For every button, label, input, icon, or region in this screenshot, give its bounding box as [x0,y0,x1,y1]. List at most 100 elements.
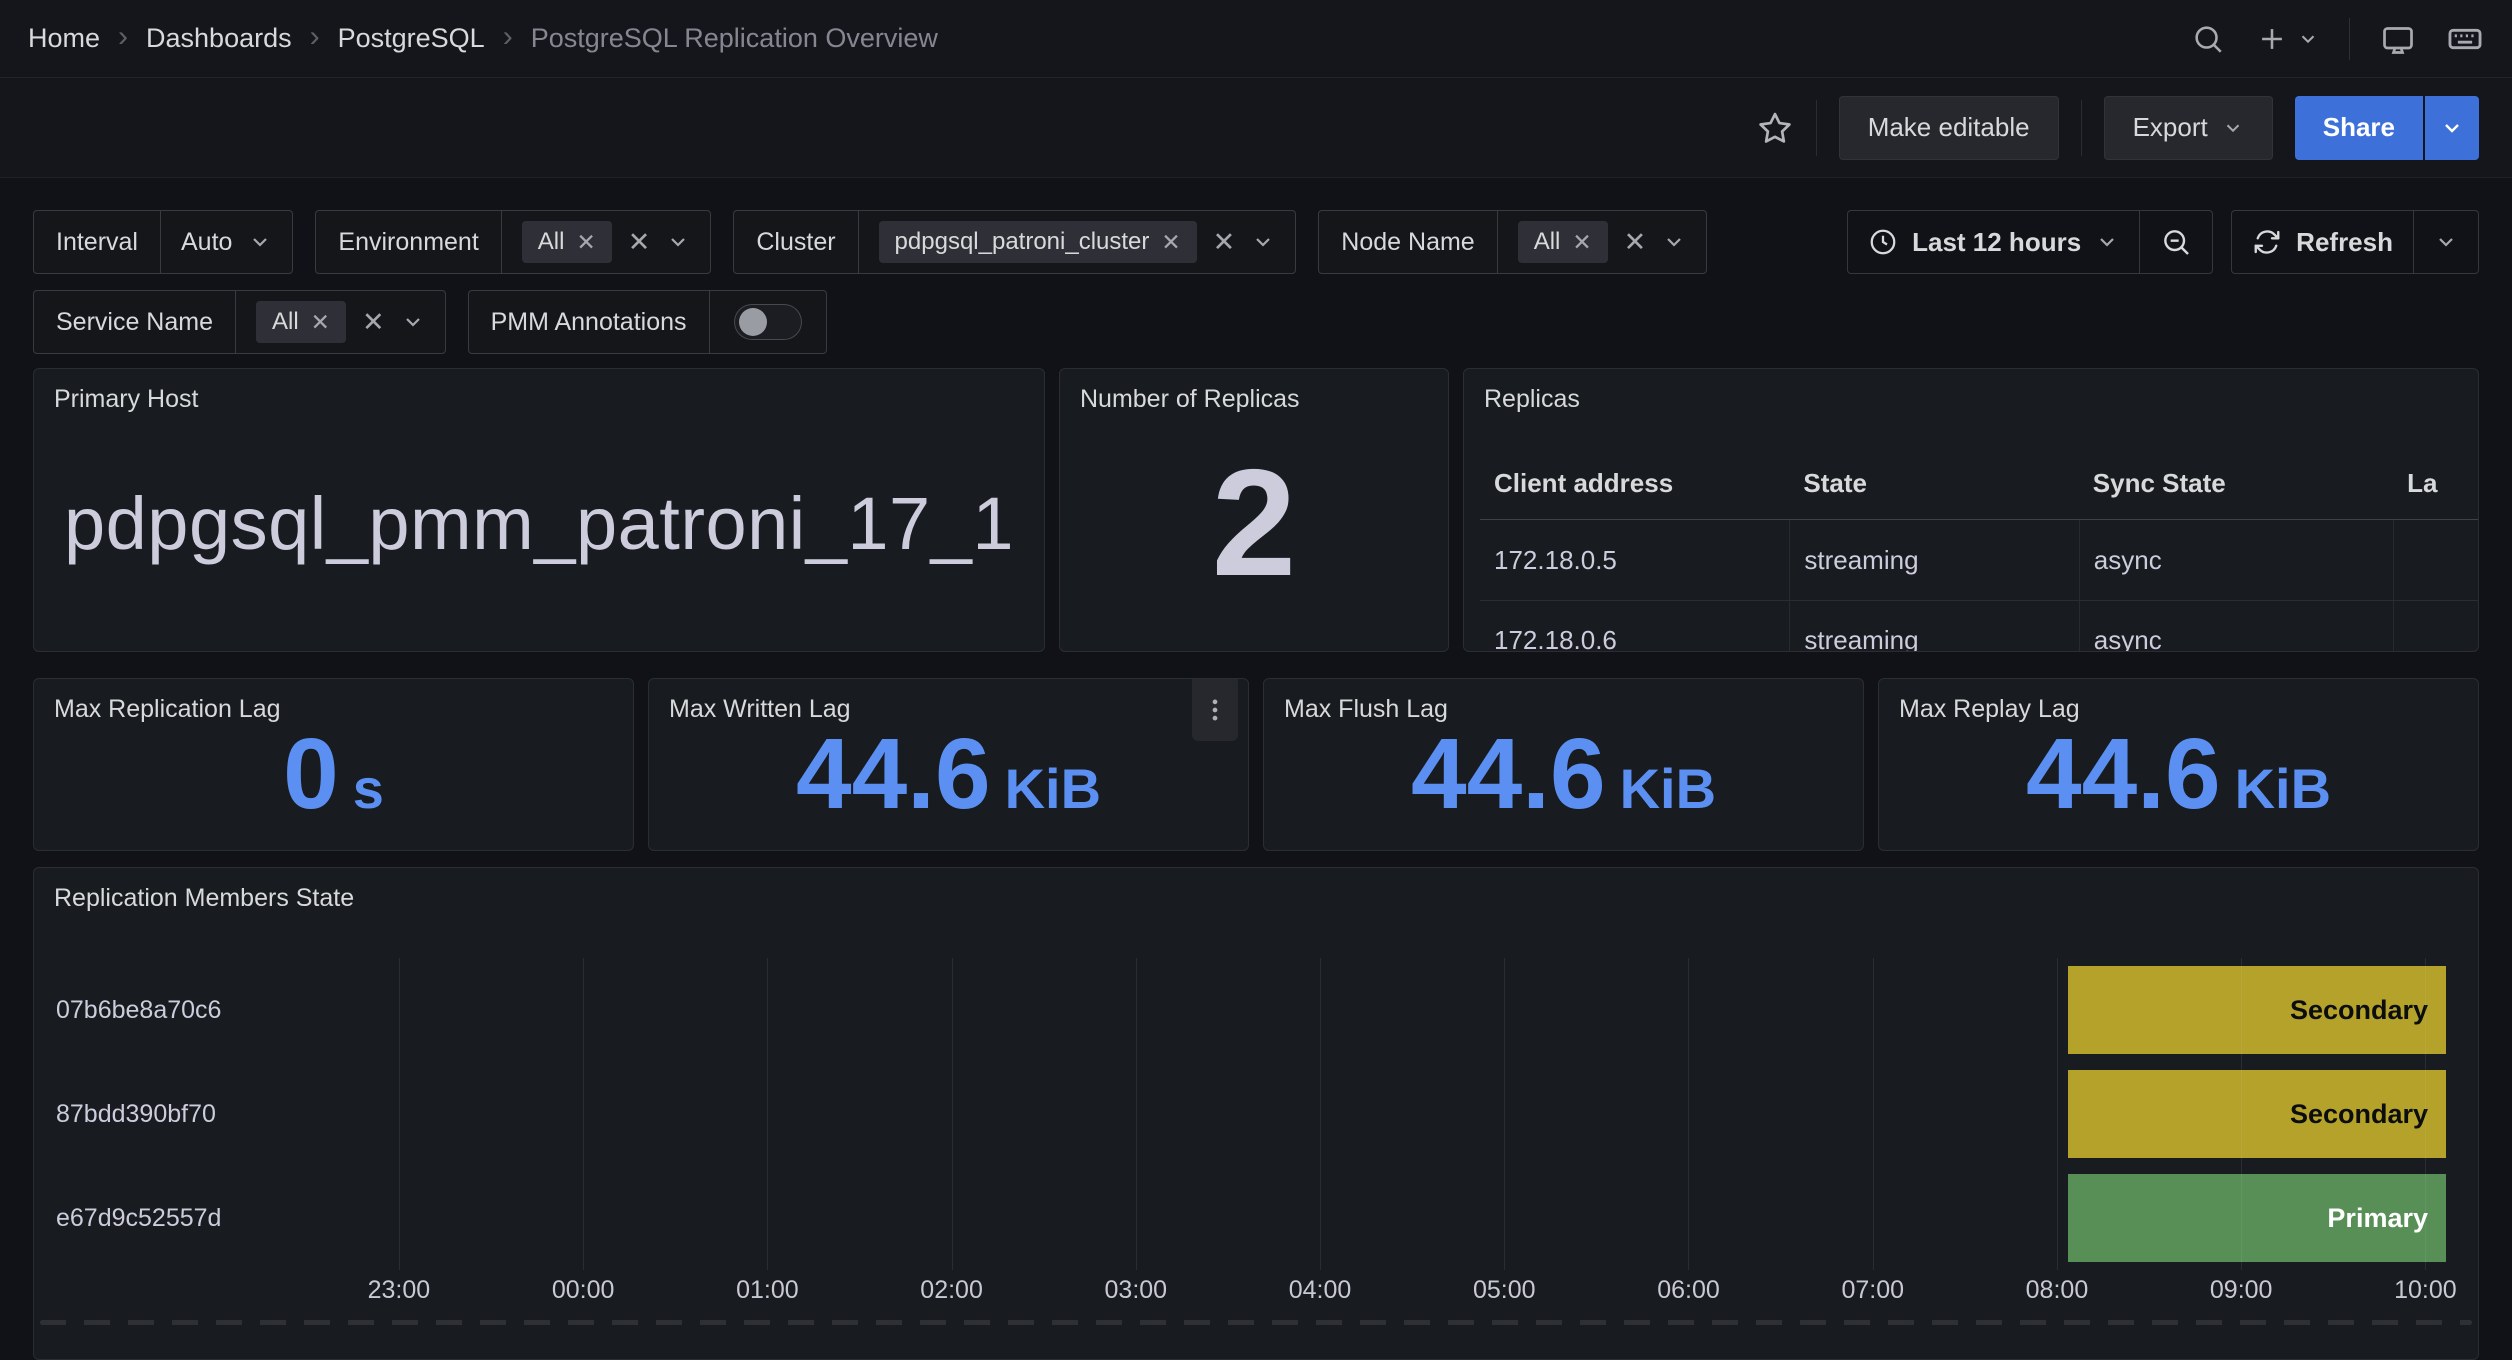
clear-selection-icon[interactable]: ✕ [362,309,385,336]
filter-service-name: Service Name All ✕ ✕ [33,290,446,354]
cell-lag [2393,520,2478,600]
add-button[interactable] [2255,22,2319,56]
filter-node-name-chip[interactable]: All ✕ [1518,221,1608,263]
chip-label: All [1534,228,1561,256]
breadcrumb-bar: Home › Dashboards › PostgreSQL › Postgre… [0,0,2512,78]
x-tick-label: 04:00 [1289,1276,1352,1305]
state-bar[interactable]: Primary [2068,1174,2446,1262]
filter-interval: Interval Auto [33,210,293,274]
panel-menu-button[interactable] [1192,679,1238,741]
x-tick-label: 06:00 [1657,1276,1720,1305]
gridline [399,958,400,1270]
panel-title: Primary Host [34,369,1044,414]
panel-max-flush-lag: Max Flush Lag 44.6 KiB [1263,678,1864,851]
favorite-button[interactable] [1756,109,1794,147]
cell-state: streaming [1789,601,2078,651]
pmm-annotations-toggle[interactable] [734,304,802,340]
panel-row-top: Primary Host pdpgsql_pmm_patroni_17_1 Nu… [33,368,2479,652]
shortcuts-button[interactable] [2446,20,2484,58]
filter-node-name-value[interactable]: All ✕ ✕ [1498,211,1707,273]
share-button[interactable]: Share [2295,96,2423,160]
share-dropdown-button[interactable] [2423,96,2479,160]
filter-service-name-label: Service Name [34,291,236,353]
gridline [1504,958,1505,1270]
column-header-sync-state[interactable]: Sync State [2079,448,2393,519]
member-label: 07b6be8a70c6 [56,958,241,1062]
x-tick-label: 23:00 [368,1276,431,1305]
chip-remove-icon[interactable]: ✕ [311,311,330,334]
column-header-state[interactable]: State [1789,448,2078,519]
filter-environment-chip[interactable]: All ✕ [522,221,612,263]
filter-interval-label: Interval [34,211,161,273]
member-labels: 07b6be8a70c687bdd390bf70e67d9c52557d [56,958,241,1270]
stat-unit: KiB [1620,761,1716,817]
chevron-down-icon [2434,230,2458,254]
make-editable-button[interactable]: Make editable [1839,96,2059,160]
filter-row-1: Interval Auto Environment All ✕ ✕ [33,210,2479,274]
monitor-icon [2380,21,2416,57]
clear-selection-icon[interactable]: ✕ [1213,229,1236,256]
chevron-down-icon [2222,117,2244,139]
filter-interval-value[interactable]: Auto [161,211,292,273]
breadcrumb-postgresql[interactable]: PostgreSQL [338,23,485,54]
cell-sync-state: async [2079,601,2393,651]
keyboard-icon [2446,20,2484,58]
clear-selection-icon[interactable]: ✕ [1624,229,1647,256]
stat-value-wrap: 44.6 KiB [1879,724,2478,850]
chevron-down-icon [2095,230,2119,254]
filter-cluster-chip[interactable]: pdpgsql_patroni_cluster ✕ [879,221,1197,263]
replica-count-value-wrap: 2 [1060,414,1448,651]
filter-cluster-value[interactable]: pdpgsql_patroni_cluster ✕ ✕ [859,211,1296,273]
x-tick-label: 02:00 [920,1276,983,1305]
time-range-button[interactable]: Last 12 hours [1848,211,2139,273]
replica-count-value: 2 [1212,436,1297,611]
x-tick-label: 01:00 [736,1276,799,1305]
chip-remove-icon[interactable]: ✕ [1161,231,1180,254]
chevron-down-icon [2297,28,2319,50]
member-row: Secondary [246,958,2446,1062]
column-header-lag[interactable]: La [2393,448,2478,519]
filter-environment-label: Environment [316,211,501,273]
search-icon [2191,22,2225,56]
breadcrumb-dashboards[interactable]: Dashboards [146,23,292,54]
filter-service-name-chip[interactable]: All ✕ [256,301,346,343]
panel-number-of-replicas: Number of Replicas 2 [1059,368,1449,652]
chip-label: All [272,308,299,336]
chip-remove-icon[interactable]: ✕ [1572,231,1591,254]
clear-selection-icon[interactable]: ✕ [628,229,651,256]
breadcrumb-home[interactable]: Home [28,23,100,54]
panel-replicas: Replicas Client address State Sync State… [1463,368,2479,652]
filter-environment-value[interactable]: All ✕ ✕ [502,211,711,273]
stat-value: 44.6 [2026,724,2221,824]
toggle-knob [739,308,767,336]
members-state-plot: Secondary Secondary Primary [246,958,2446,1270]
export-button[interactable]: Export [2104,96,2273,160]
toolbar-divider [2081,100,2082,156]
x-tick-label: 05:00 [1473,1276,1536,1305]
x-tick-label: 07:00 [1841,1276,1904,1305]
replicas-table: Client address State Sync State La 172.1… [1480,448,2478,651]
panel-title: Number of Replicas [1060,369,1448,414]
panel-primary-host: Primary Host pdpgsql_pmm_patroni_17_1 [33,368,1045,652]
chevron-down-icon [248,230,272,254]
tv-mode-button[interactable] [2380,21,2416,57]
refresh-interval-dropdown[interactable] [2413,211,2478,273]
chip-remove-icon[interactable]: ✕ [576,231,595,254]
zoom-out-time-button[interactable] [2139,211,2212,273]
state-bar[interactable]: Secondary [2068,1070,2446,1158]
filter-interval-selected: Auto [181,228,232,257]
filter-service-name-value[interactable]: All ✕ ✕ [236,291,445,353]
stat-value: 44.6 [1411,724,1606,824]
time-range-label: Last 12 hours [1912,227,2081,258]
x-tick-label: 00:00 [552,1276,615,1305]
gridline [2057,958,2058,1270]
state-bar[interactable]: Secondary [2068,966,2446,1054]
gridline [1688,958,1689,1270]
grafana-dashboard: Home › Dashboards › PostgreSQL › Postgre… [0,0,2512,1360]
breadcrumb-separator-icon: › [118,22,128,56]
refresh-button[interactable]: Refresh [2232,211,2413,273]
x-axis-labels: 23:0000:0001:0002:0003:0004:0005:0006:00… [246,1276,2446,1316]
search-button[interactable] [2191,22,2225,56]
breadcrumb-separator-icon: › [503,22,513,56]
column-header-client-address[interactable]: Client address [1480,448,1789,519]
